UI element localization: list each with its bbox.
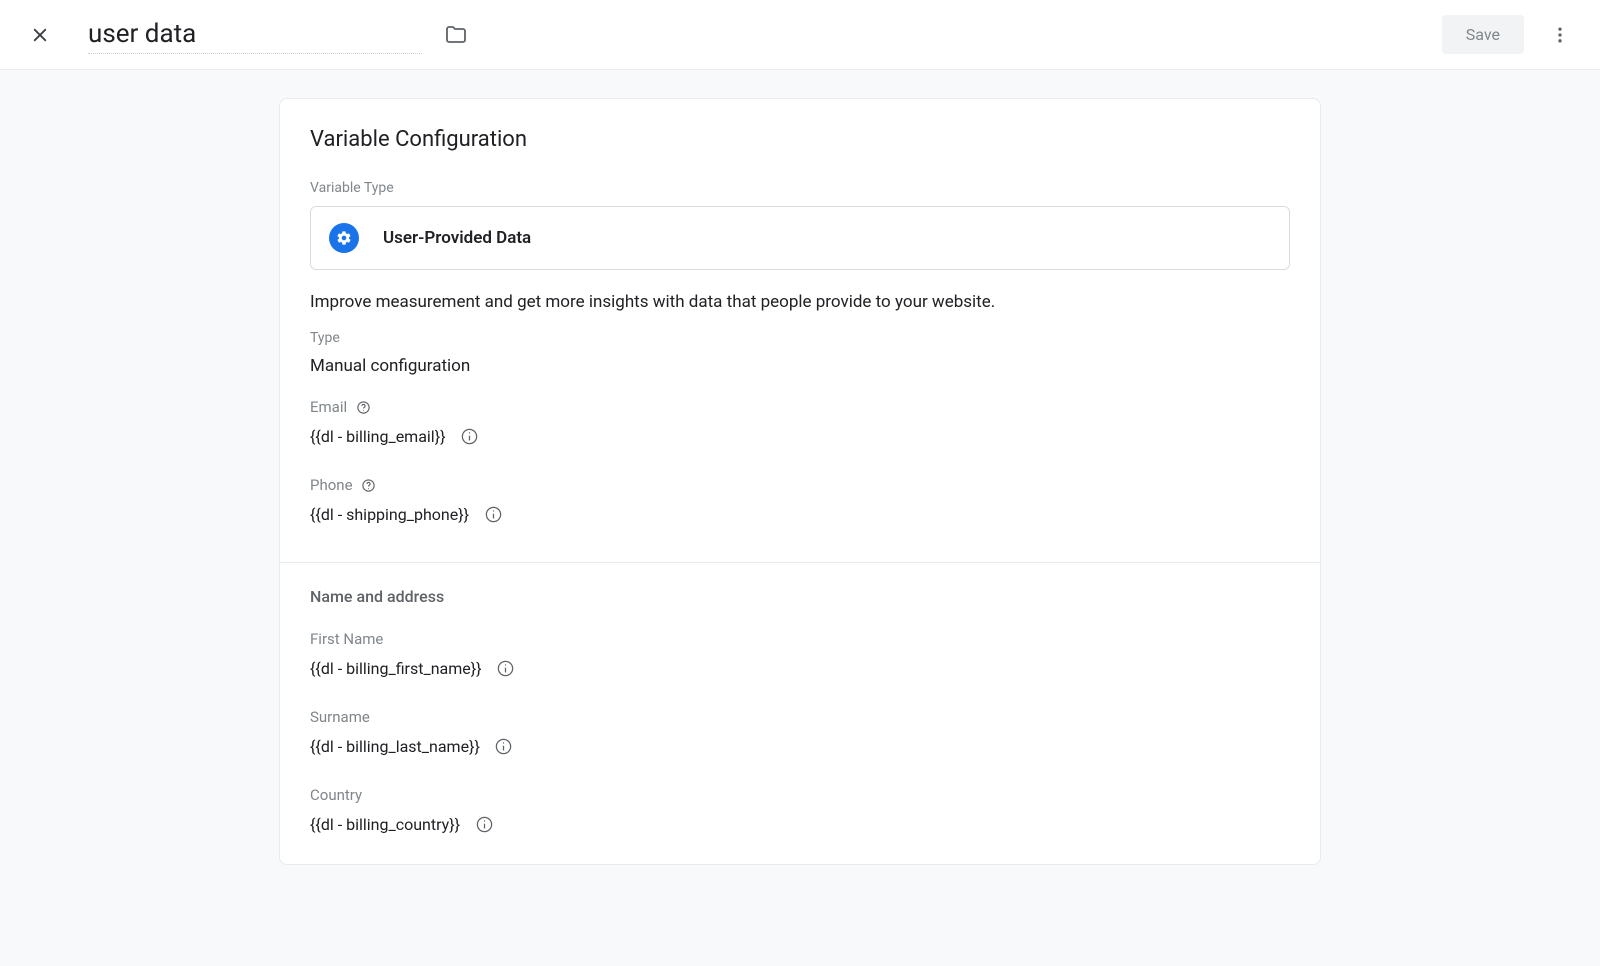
more-vert-icon [1550, 25, 1570, 45]
email-field-block: Email {{dl - billing_email}} [310, 398, 1290, 446]
more-menu-button[interactable] [1540, 15, 1580, 55]
variable-type-label: Variable Type [310, 180, 1290, 196]
card-title: Variable Configuration [310, 127, 1290, 152]
country-value: {{dl - billing_country}} [310, 815, 460, 834]
phone-field-block: Phone {{dl - shipping_phone}} [310, 476, 1290, 524]
info-icon[interactable] [496, 658, 516, 678]
variable-name-input[interactable] [88, 15, 422, 54]
type-section: Type Manual configuration [310, 330, 1290, 376]
variable-description: Improve measurement and get more insight… [310, 292, 1290, 312]
type-value: Manual configuration [310, 356, 1290, 376]
info-icon[interactable] [474, 814, 494, 834]
folder-icon [444, 23, 468, 47]
variable-configuration-card: Variable Configuration Variable Type Use… [279, 98, 1321, 865]
first-name-field-block: First Name {{dl - billing_first_name}} [310, 630, 1290, 678]
content-area: Variable Configuration Variable Type Use… [0, 70, 1600, 865]
help-icon[interactable] [361, 477, 377, 493]
phone-value: {{dl - shipping_phone}} [310, 505, 469, 524]
type-label: Type [310, 330, 1290, 346]
phone-label: Phone [310, 476, 353, 494]
first-name-value: {{dl - billing_first_name}} [310, 659, 482, 678]
variable-type-selector[interactable]: User-Provided Data [310, 206, 1290, 270]
email-value: {{dl - billing_email}} [310, 427, 446, 446]
header: Save [0, 0, 1600, 70]
surname-value: {{dl - billing_last_name}} [310, 737, 480, 756]
divider [280, 562, 1320, 563]
first-name-label: First Name [310, 630, 383, 648]
close-button[interactable] [28, 23, 52, 47]
name-address-header: Name and address [310, 587, 1290, 606]
surname-field-block: Surname {{dl - billing_last_name}} [310, 708, 1290, 756]
country-field-block: Country {{dl - billing_country}} [310, 786, 1290, 834]
country-label: Country [310, 786, 362, 804]
info-icon[interactable] [483, 504, 503, 524]
info-icon[interactable] [460, 426, 480, 446]
save-button[interactable]: Save [1442, 15, 1524, 54]
gear-badge-icon [329, 223, 359, 253]
email-label: Email [310, 398, 347, 416]
help-icon[interactable] [355, 399, 371, 415]
info-icon[interactable] [494, 736, 514, 756]
folder-button[interactable] [442, 21, 470, 49]
variable-type-value: User-Provided Data [383, 228, 531, 248]
gear-icon [336, 230, 352, 246]
surname-label: Surname [310, 708, 370, 726]
close-icon [30, 25, 50, 45]
